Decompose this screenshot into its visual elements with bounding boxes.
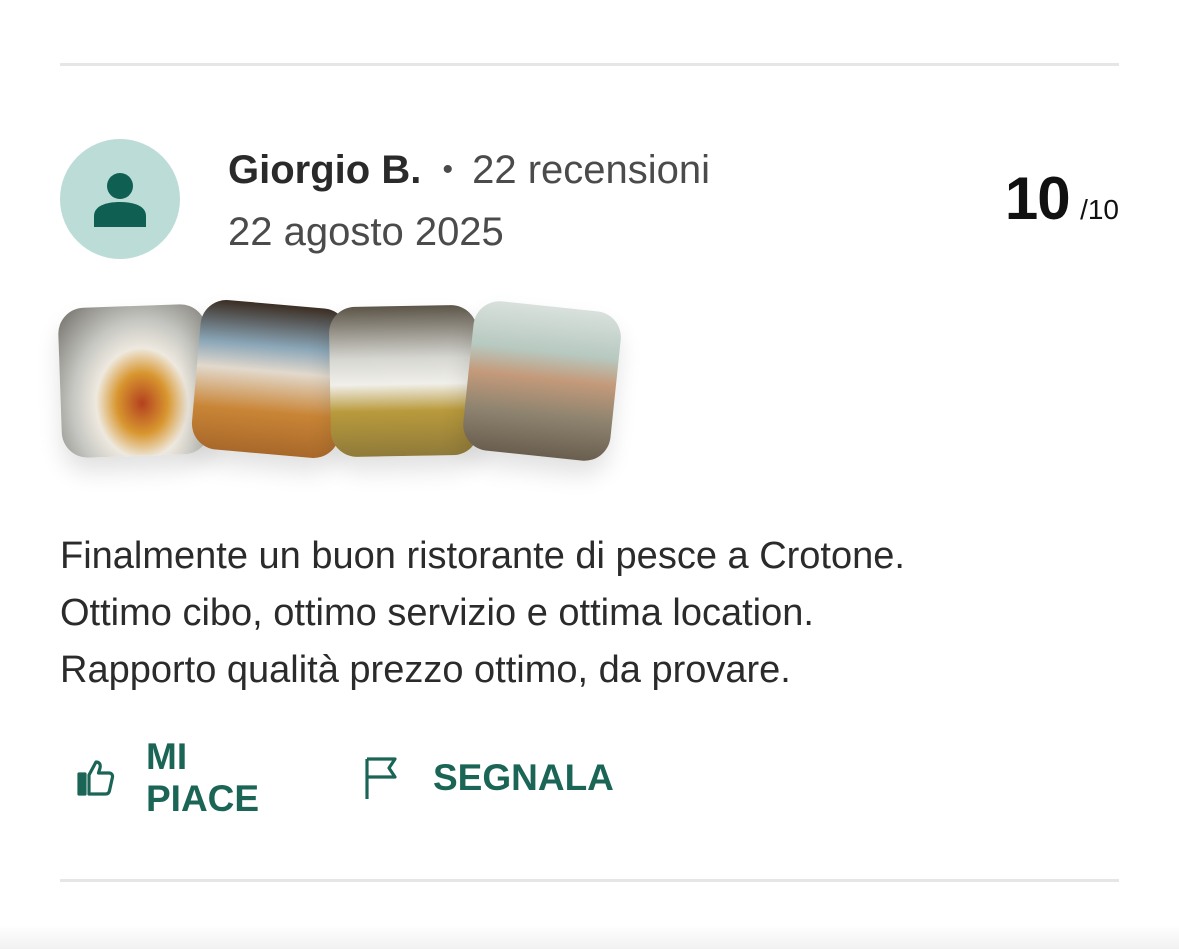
- thumbs-up-icon: [76, 756, 116, 800]
- review-photo-3[interactable]: [328, 304, 480, 458]
- review-photos: [57, 297, 640, 500]
- bottom-divider: [60, 879, 1119, 882]
- bottom-shade: [0, 925, 1179, 949]
- reviewer-name-line: Giorgio B. • 22 recensioni: [228, 144, 710, 200]
- user-icon: [94, 173, 146, 227]
- separator-dot: •: [442, 153, 453, 186]
- reviewer-info: Giorgio B. • 22 recensioni 22 agosto 202…: [228, 144, 710, 260]
- review-text: Finalmente un buon ristorante di pesce a…: [60, 528, 1119, 699]
- flag-icon: [363, 756, 403, 800]
- avatar: [60, 139, 180, 259]
- review-line: Finalmente un buon ristorante di pesce a…: [60, 535, 905, 577]
- report-button[interactable]: SEGNALA: [363, 748, 614, 808]
- review-photo-2[interactable]: [189, 297, 351, 461]
- review-photo-1[interactable]: [57, 303, 211, 459]
- like-button[interactable]: MI PIACE: [76, 736, 259, 819]
- reviewer-name[interactable]: Giorgio B.: [228, 148, 421, 192]
- rating-value: 10: [1004, 165, 1071, 232]
- review-count: 22 recensioni: [472, 148, 711, 192]
- report-label: SEGNALA: [433, 757, 614, 798]
- like-label: MI PIACE: [146, 736, 260, 819]
- rating-max: /10: [1080, 194, 1119, 225]
- review-line: Rapporto qualità prezzo ottimo, da prova…: [60, 649, 791, 691]
- rating-score: 10 /10: [1005, 164, 1119, 233]
- review-photo-4[interactable]: [460, 298, 624, 464]
- review-line: Ottimo cibo, ottimo servizio e ottima lo…: [60, 592, 814, 634]
- review-date: 22 agosto 2025: [228, 210, 504, 254]
- top-divider: [60, 63, 1119, 66]
